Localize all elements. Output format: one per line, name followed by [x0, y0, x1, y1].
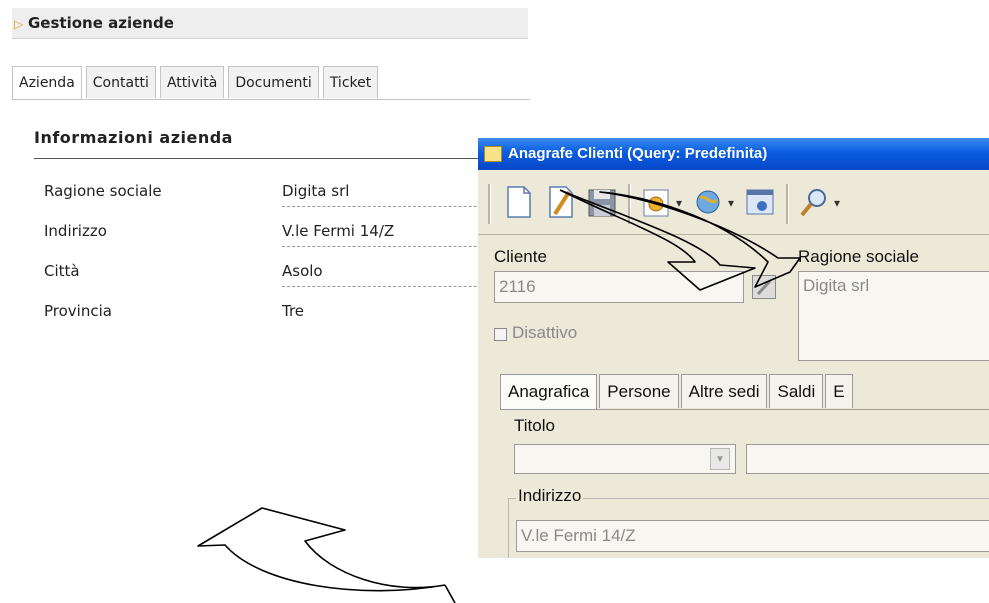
titolo-combo[interactable] [514, 444, 736, 474]
ragione-sociale-label: Ragione sociale [798, 247, 919, 266]
pencil-icon [756, 279, 772, 296]
curved-arrow-web-icon [197, 507, 456, 603]
field-label: Città [44, 262, 80, 280]
toolbar: ▾ ▾ ▾ [478, 172, 989, 232]
anagrafe-clienti-window: Anagrafe Clienti (Query: Predefinita) ▾ … [478, 138, 989, 558]
new-document-icon[interactable] [500, 184, 536, 220]
tab-saldi[interactable]: Saldi [769, 374, 824, 408]
tab-azienda[interactable]: Azienda [12, 66, 82, 100]
properties-icon[interactable] [638, 184, 674, 220]
save-icon[interactable] [584, 184, 620, 220]
disattivo-checkbox[interactable] [494, 328, 507, 341]
window-titlebar[interactable]: Anagrafe Clienti (Query: Predefinita) [478, 138, 989, 170]
tab-anagrafica[interactable]: Anagrafica [500, 374, 598, 410]
titolo-label: Titolo [514, 416, 555, 435]
expand-arrow-icon[interactable]: ▷ [14, 9, 28, 39]
panel-header: ▷ Gestione aziende [12, 8, 528, 39]
indirizzo-field[interactable]: V.le Fermi 14/Z [516, 520, 989, 552]
tab-more[interactable]: E [825, 374, 853, 408]
chevron-down-icon[interactable]: ▾ [834, 196, 840, 210]
toolbar-separator [628, 184, 631, 224]
cliente-label: Cliente [494, 247, 547, 266]
tab-contatti[interactable]: Contatti [85, 66, 156, 98]
search-icon[interactable] [796, 184, 832, 220]
chevron-down-icon[interactable]: ▾ [728, 196, 734, 210]
settings-window-icon[interactable] [742, 184, 778, 220]
chevron-down-icon[interactable]: ▾ [676, 196, 682, 210]
edit-document-icon[interactable] [542, 184, 578, 220]
toolbar-grip [488, 184, 491, 224]
globe-icon[interactable] [690, 184, 726, 220]
web-company-panel: ▷ Gestione aziende Azienda Contatti Attiv… [0, 0, 530, 330]
app-icon [484, 146, 502, 162]
section-divider [34, 158, 494, 159]
field-label: Provincia [44, 302, 112, 320]
tab-underline [12, 99, 530, 100]
field-label: Ragione sociale [44, 182, 162, 200]
ragione-sociale-field[interactable]: Digita srl [798, 271, 989, 361]
indirizzo-group-label: Indirizzo [516, 486, 584, 506]
field-label: Indirizzo [44, 222, 107, 240]
tab-persone[interactable]: Persone [599, 374, 679, 408]
tab-attivita[interactable]: Attività [159, 66, 225, 98]
panel-title: Gestione aziende [28, 14, 174, 32]
cliente-field[interactable]: 2116 [494, 271, 744, 303]
tab-documenti[interactable]: Documenti [228, 66, 319, 98]
web-tab-bar: Azienda Contatti Attività Documenti Tick… [12, 66, 382, 100]
window-title: Anagrafe Clienti (Query: Predefinita) [508, 145, 768, 162]
section-title: Informazioni azienda [34, 128, 233, 147]
window-tab-bar: Anagrafica Persone Altre sedi Saldi E [500, 374, 855, 410]
tab-ticket[interactable]: Ticket [322, 66, 379, 98]
toolbar-separator [786, 184, 789, 224]
lookup-button[interactable] [752, 275, 776, 299]
header-panel: Cliente 2116 Ragione sociale Digita srl … [478, 234, 989, 367]
tab-underline [500, 409, 989, 410]
tab-altre-sedi[interactable]: Altre sedi [680, 374, 768, 408]
titolo-extra-field[interactable] [746, 444, 989, 474]
disattivo-label: Disattivo [512, 323, 578, 342]
chevron-down-icon[interactable]: ▼ [710, 448, 730, 470]
